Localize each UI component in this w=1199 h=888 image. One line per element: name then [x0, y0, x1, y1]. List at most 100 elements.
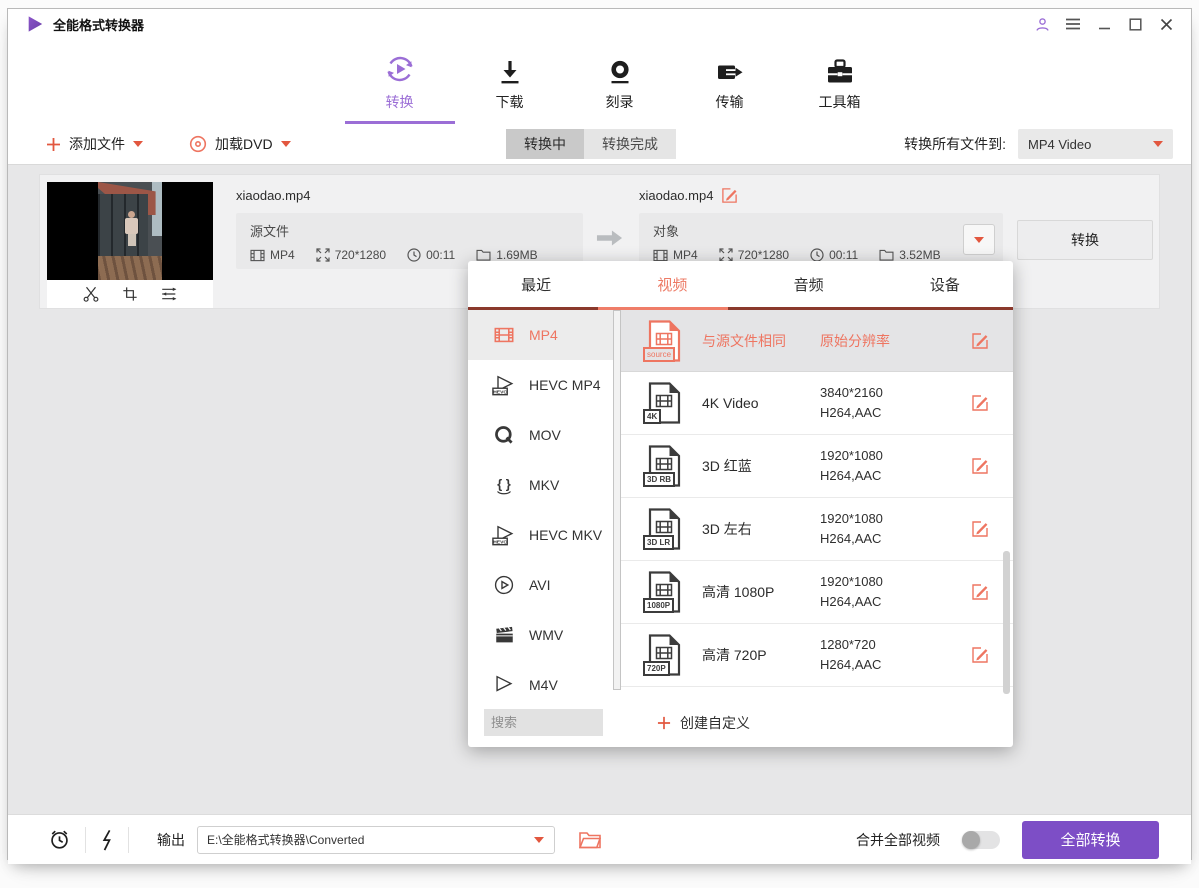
- edit-preset-icon[interactable]: [971, 394, 989, 412]
- format-item-mov[interactable]: MOV: [468, 410, 613, 460]
- edit-preset-icon[interactable]: [971, 583, 989, 601]
- nav-tab-download[interactable]: 下载: [467, 39, 553, 124]
- preset-item[interactable]: source 与源文件相同 原始分辨率: [621, 310, 1013, 372]
- preset-resolution: 1920*1080: [820, 572, 950, 592]
- toggle-knob: [962, 831, 980, 849]
- format-list-column: MP4 HEVC HEVC MP4 MOV { } MKV HEVC HEVC …: [468, 310, 621, 698]
- video-thumbnail[interactable]: [47, 182, 213, 308]
- source-duration: 00:11: [426, 248, 455, 262]
- panel-tab-recent[interactable]: 最近: [468, 261, 604, 307]
- format-icon: HEVC: [492, 373, 516, 397]
- source-size: 1.69MB: [496, 248, 537, 262]
- output-path-select[interactable]: [197, 826, 555, 854]
- format-item-m4v[interactable]: M4V: [468, 660, 613, 698]
- format-item-avi[interactable]: AVI: [468, 560, 613, 610]
- queue-tabs: 转换中 转换完成: [506, 129, 676, 159]
- merge-toggle[interactable]: [962, 831, 1000, 849]
- nav-tab-burn[interactable]: 刻录: [577, 39, 663, 124]
- preset-codec: H264,AAC: [820, 529, 950, 549]
- maximize-icon[interactable]: [1124, 14, 1146, 34]
- clock-icon: [407, 248, 421, 262]
- target-duration: 00:11: [829, 248, 858, 262]
- schedule-alarm-icon[interactable]: [48, 828, 71, 851]
- format-label: HEVC MKV: [529, 527, 602, 543]
- filters-icon[interactable]: [160, 286, 179, 302]
- format-item-mkv[interactable]: { } MKV: [468, 460, 613, 510]
- source-title: 源文件: [250, 221, 569, 240]
- preset-resolution: 1920*1080: [820, 509, 950, 529]
- format-list-scrollbar[interactable]: [613, 310, 621, 690]
- edit-preset-icon[interactable]: [971, 332, 989, 350]
- output-path-input[interactable]: [200, 833, 534, 847]
- nav-tab-toolbox[interactable]: 工具箱: [797, 39, 883, 124]
- source-file-name: xiaodao.mp4: [236, 188, 310, 203]
- rename-edit-icon[interactable]: [721, 187, 738, 204]
- preset-item[interactable]: 4K 4K Video 3840*2160 H264,AAC: [621, 372, 1013, 435]
- panel-tab-video[interactable]: 视频: [604, 261, 740, 307]
- format-item-hevc-mkv[interactable]: HEVC HEVC MKV: [468, 510, 613, 560]
- format-icon: HEVC: [492, 523, 516, 547]
- format-label: M4V: [529, 677, 558, 693]
- search-input[interactable]: [484, 709, 603, 736]
- user-icon[interactable]: [1031, 14, 1053, 34]
- resize-icon: [316, 248, 330, 262]
- load-dvd-button[interactable]: 加载DVD: [189, 134, 291, 154]
- arrow-right-icon: [596, 229, 623, 252]
- plus-icon: [657, 716, 671, 730]
- output-format-select[interactable]: MP4 Video: [1018, 129, 1173, 159]
- format-list: MP4 HEVC HEVC MP4 MOV { } MKV HEVC HEVC …: [468, 310, 613, 698]
- high-speed-bolt-icon[interactable]: [100, 828, 114, 852]
- preset-name: 3D 左右: [702, 519, 820, 539]
- merge-all-label: 合并全部视频: [856, 830, 940, 850]
- format-item-mp4[interactable]: MP4: [468, 310, 613, 360]
- target-size: 3.52MB: [899, 248, 940, 262]
- edit-preset-icon[interactable]: [971, 457, 989, 475]
- format-icon: [492, 623, 516, 647]
- format-item-wmv[interactable]: WMV: [468, 610, 613, 660]
- panel-tab-audio[interactable]: 音频: [741, 261, 877, 307]
- preset-scrollbar-thumb[interactable]: [1003, 551, 1010, 694]
- caret-down-icon: [1153, 141, 1163, 147]
- format-item-hevc-mp4[interactable]: HEVC HEVC MP4: [468, 360, 613, 410]
- crop-icon[interactable]: [122, 286, 138, 302]
- panel-tab-device[interactable]: 设备: [877, 261, 1013, 307]
- preset-badge: 720P: [643, 661, 670, 676]
- preset-name: 高清 720P: [702, 645, 820, 665]
- nav-tab-convert[interactable]: 转换: [357, 39, 443, 124]
- divider: [128, 827, 129, 853]
- convert-all-button[interactable]: 全部转换: [1022, 821, 1159, 859]
- format-icon: [492, 673, 516, 697]
- tab-converting[interactable]: 转换中: [506, 129, 584, 159]
- preset-item[interactable]: 3D LR 3D 左右 1920*1080 H264,AAC: [621, 498, 1013, 561]
- open-folder-icon[interactable]: [579, 831, 601, 849]
- load-dvd-label: 加载DVD: [215, 134, 273, 154]
- svg-text:HEVC: HEVC: [493, 389, 507, 395]
- format-panel: 最近 视频 音频 设备 MP4 HEVC HEVC MP4 MOV { } MK…: [468, 261, 1013, 747]
- preset-resolution: 1920*1080: [820, 446, 950, 466]
- format-panel-tabs: 最近 视频 音频 设备: [468, 261, 1013, 307]
- preset-item[interactable]: 3D RB 3D 红蓝 1920*1080 H264,AAC: [621, 435, 1013, 498]
- source-format: MP4: [270, 248, 295, 262]
- close-icon[interactable]: [1155, 14, 1177, 34]
- format-label: AVI: [529, 577, 551, 593]
- tab-converted[interactable]: 转换完成: [584, 129, 676, 159]
- convert-row-button[interactable]: 转换: [1017, 220, 1153, 260]
- minimize-icon[interactable]: [1093, 14, 1115, 34]
- format-icon: [492, 423, 516, 447]
- thumbnail-image: [47, 182, 213, 280]
- preset-codec: H264,AAC: [820, 403, 950, 423]
- preset-file-icon: 4K: [646, 382, 682, 424]
- preset-item[interactable]: 720P 高清 720P 1280*720 H264,AAC: [621, 624, 1013, 687]
- preset-item[interactable]: 1080P 高清 1080P 1920*1080 H264,AAC: [621, 561, 1013, 624]
- edit-preset-icon[interactable]: [971, 520, 989, 538]
- nav-tab-transfer[interactable]: 传输: [687, 39, 773, 124]
- trim-scissors-icon[interactable]: [82, 285, 100, 303]
- format-dropdown-button[interactable]: [963, 224, 995, 255]
- preset-name: 高清 1080P: [702, 582, 820, 602]
- edit-preset-icon[interactable]: [971, 646, 989, 664]
- add-files-button[interactable]: 添加文件: [46, 134, 143, 154]
- create-custom-button[interactable]: 创建自定义: [657, 713, 750, 733]
- format-label: HEVC MP4: [529, 377, 601, 393]
- folder-icon: [476, 249, 491, 261]
- menu-icon[interactable]: [1062, 14, 1084, 34]
